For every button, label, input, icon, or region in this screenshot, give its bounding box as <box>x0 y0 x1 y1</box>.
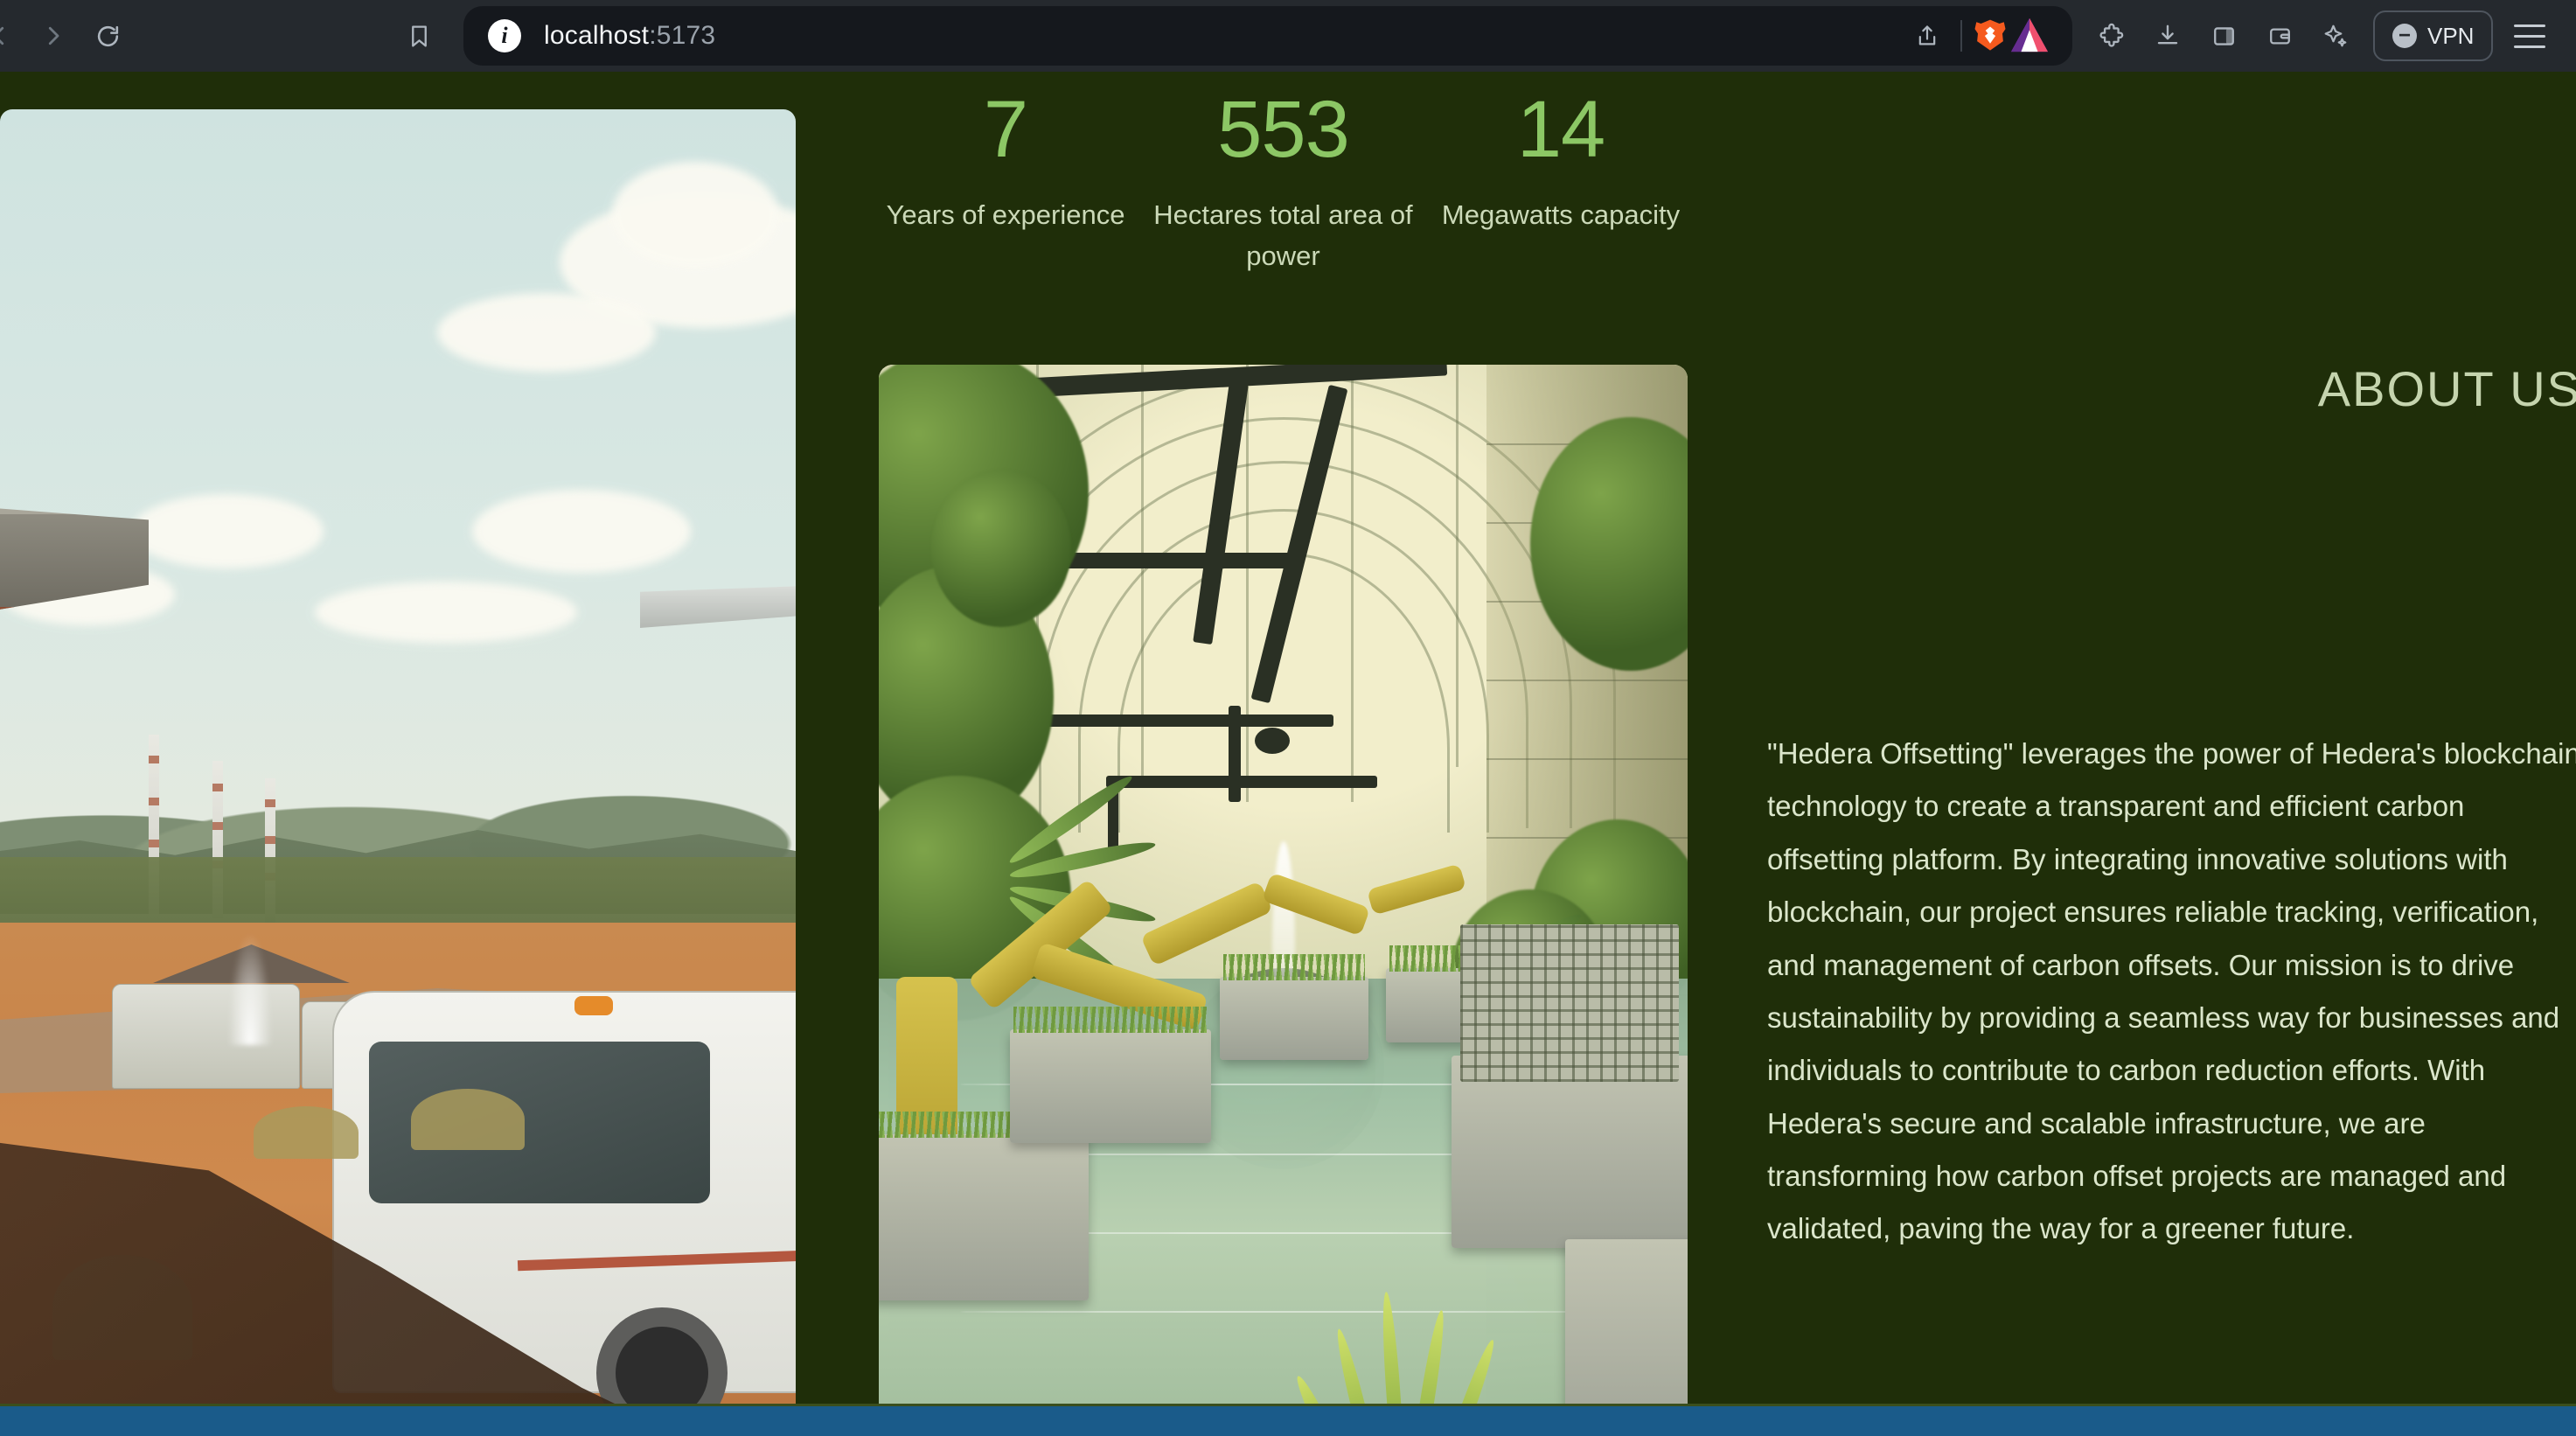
concrete-planter <box>1010 1007 1211 1143</box>
info-icon[interactable]: i <box>488 19 521 52</box>
brave-rewards-bat-icon[interactable] <box>2009 17 2050 55</box>
cloud <box>437 293 656 372</box>
stat-item: 14 Megawatts capacity <box>1434 89 1688 235</box>
wallet-icon[interactable] <box>2254 10 2305 61</box>
next-section-band <box>0 1404 2576 1436</box>
stat-label: Years of experience <box>886 199 1125 230</box>
browser-action-icons: − VPN <box>2086 10 2559 61</box>
gantry-rail <box>1010 715 1333 727</box>
url-host: localhost <box>544 21 650 50</box>
concrete-planter <box>879 1112 1089 1300</box>
roof-rib <box>1246 365 1249 802</box>
share-icon[interactable] <box>1903 11 1952 60</box>
mesh-screen-panel <box>1460 924 1679 1082</box>
hamburger-menu-icon[interactable] <box>2505 10 2554 61</box>
forward-arrow-icon[interactable] <box>28 10 79 61</box>
stat-value: 14 <box>1516 85 1605 174</box>
toolbar-divider <box>1960 20 1962 52</box>
roof-rib <box>1456 365 1459 767</box>
downloads-icon[interactable] <box>2142 10 2193 61</box>
foliage <box>931 470 1071 627</box>
cloud <box>315 582 577 643</box>
bus-roof-light <box>574 996 613 1015</box>
url-text: localhost:5173 <box>544 21 715 51</box>
stat-label: Hectares total area of power <box>1153 199 1413 272</box>
cloud <box>612 162 778 267</box>
stat-label: Megawatts capacity <box>1441 199 1681 230</box>
industrial-plant-landscape-photo <box>0 109 796 1436</box>
gantry-rail <box>1106 776 1377 788</box>
vpn-disabled-icon: − <box>2392 24 2417 48</box>
vpn-button[interactable]: − VPN <box>2373 10 2494 61</box>
browser-toolbar: i localhost:5173 − VPN <box>0 0 2576 72</box>
stat-value: 7 <box>983 85 1028 174</box>
vpn-label: VPN <box>2427 22 2475 49</box>
futuristic-green-atrium-photo <box>879 365 1688 1436</box>
url-port: :5173 <box>649 21 716 50</box>
grass-tuft <box>411 1089 525 1150</box>
gantry-hub <box>1255 728 1290 754</box>
page-content: 7 Years of experience 553 Hectares total… <box>0 72 2576 1436</box>
grass-tuft <box>254 1106 359 1159</box>
address-bar[interactable]: i localhost:5173 <box>463 6 2072 66</box>
stat-item: 7 Years of experience <box>879 89 1132 235</box>
page-title: ABOUT US <box>2317 361 2576 416</box>
bookmark-slot <box>350 10 463 61</box>
extensions-puzzle-icon[interactable] <box>2086 10 2137 61</box>
concrete-planter <box>1220 954 1368 1060</box>
bookmark-icon[interactable] <box>393 10 444 61</box>
leo-ai-sparkle-icon[interactable] <box>2310 10 2361 61</box>
navigation-button-group <box>0 10 350 61</box>
address-bar-actions <box>1903 11 2050 60</box>
back-arrow-icon[interactable] <box>0 10 24 61</box>
sidebar-panel-icon[interactable] <box>2198 10 2249 61</box>
roof-rib <box>1351 365 1354 802</box>
smoke-plume <box>227 931 273 1045</box>
gantry-post <box>1229 706 1241 802</box>
stat-value: 553 <box>1217 85 1350 174</box>
about-paragraph: "Hedera Offsetting" leverages the power … <box>1767 737 2576 1245</box>
bus-stripe <box>517 1249 796 1272</box>
stats-row: 7 Years of experience 553 Hectares total… <box>879 89 1688 276</box>
brave-shields-lion-icon[interactable] <box>1971 17 2009 55</box>
stat-item: 553 Hectares total area of power <box>1144 89 1424 276</box>
cloud <box>131 494 324 568</box>
concrete-planter <box>1452 1056 1688 1248</box>
reload-icon[interactable] <box>82 10 133 61</box>
cloud <box>472 490 691 573</box>
